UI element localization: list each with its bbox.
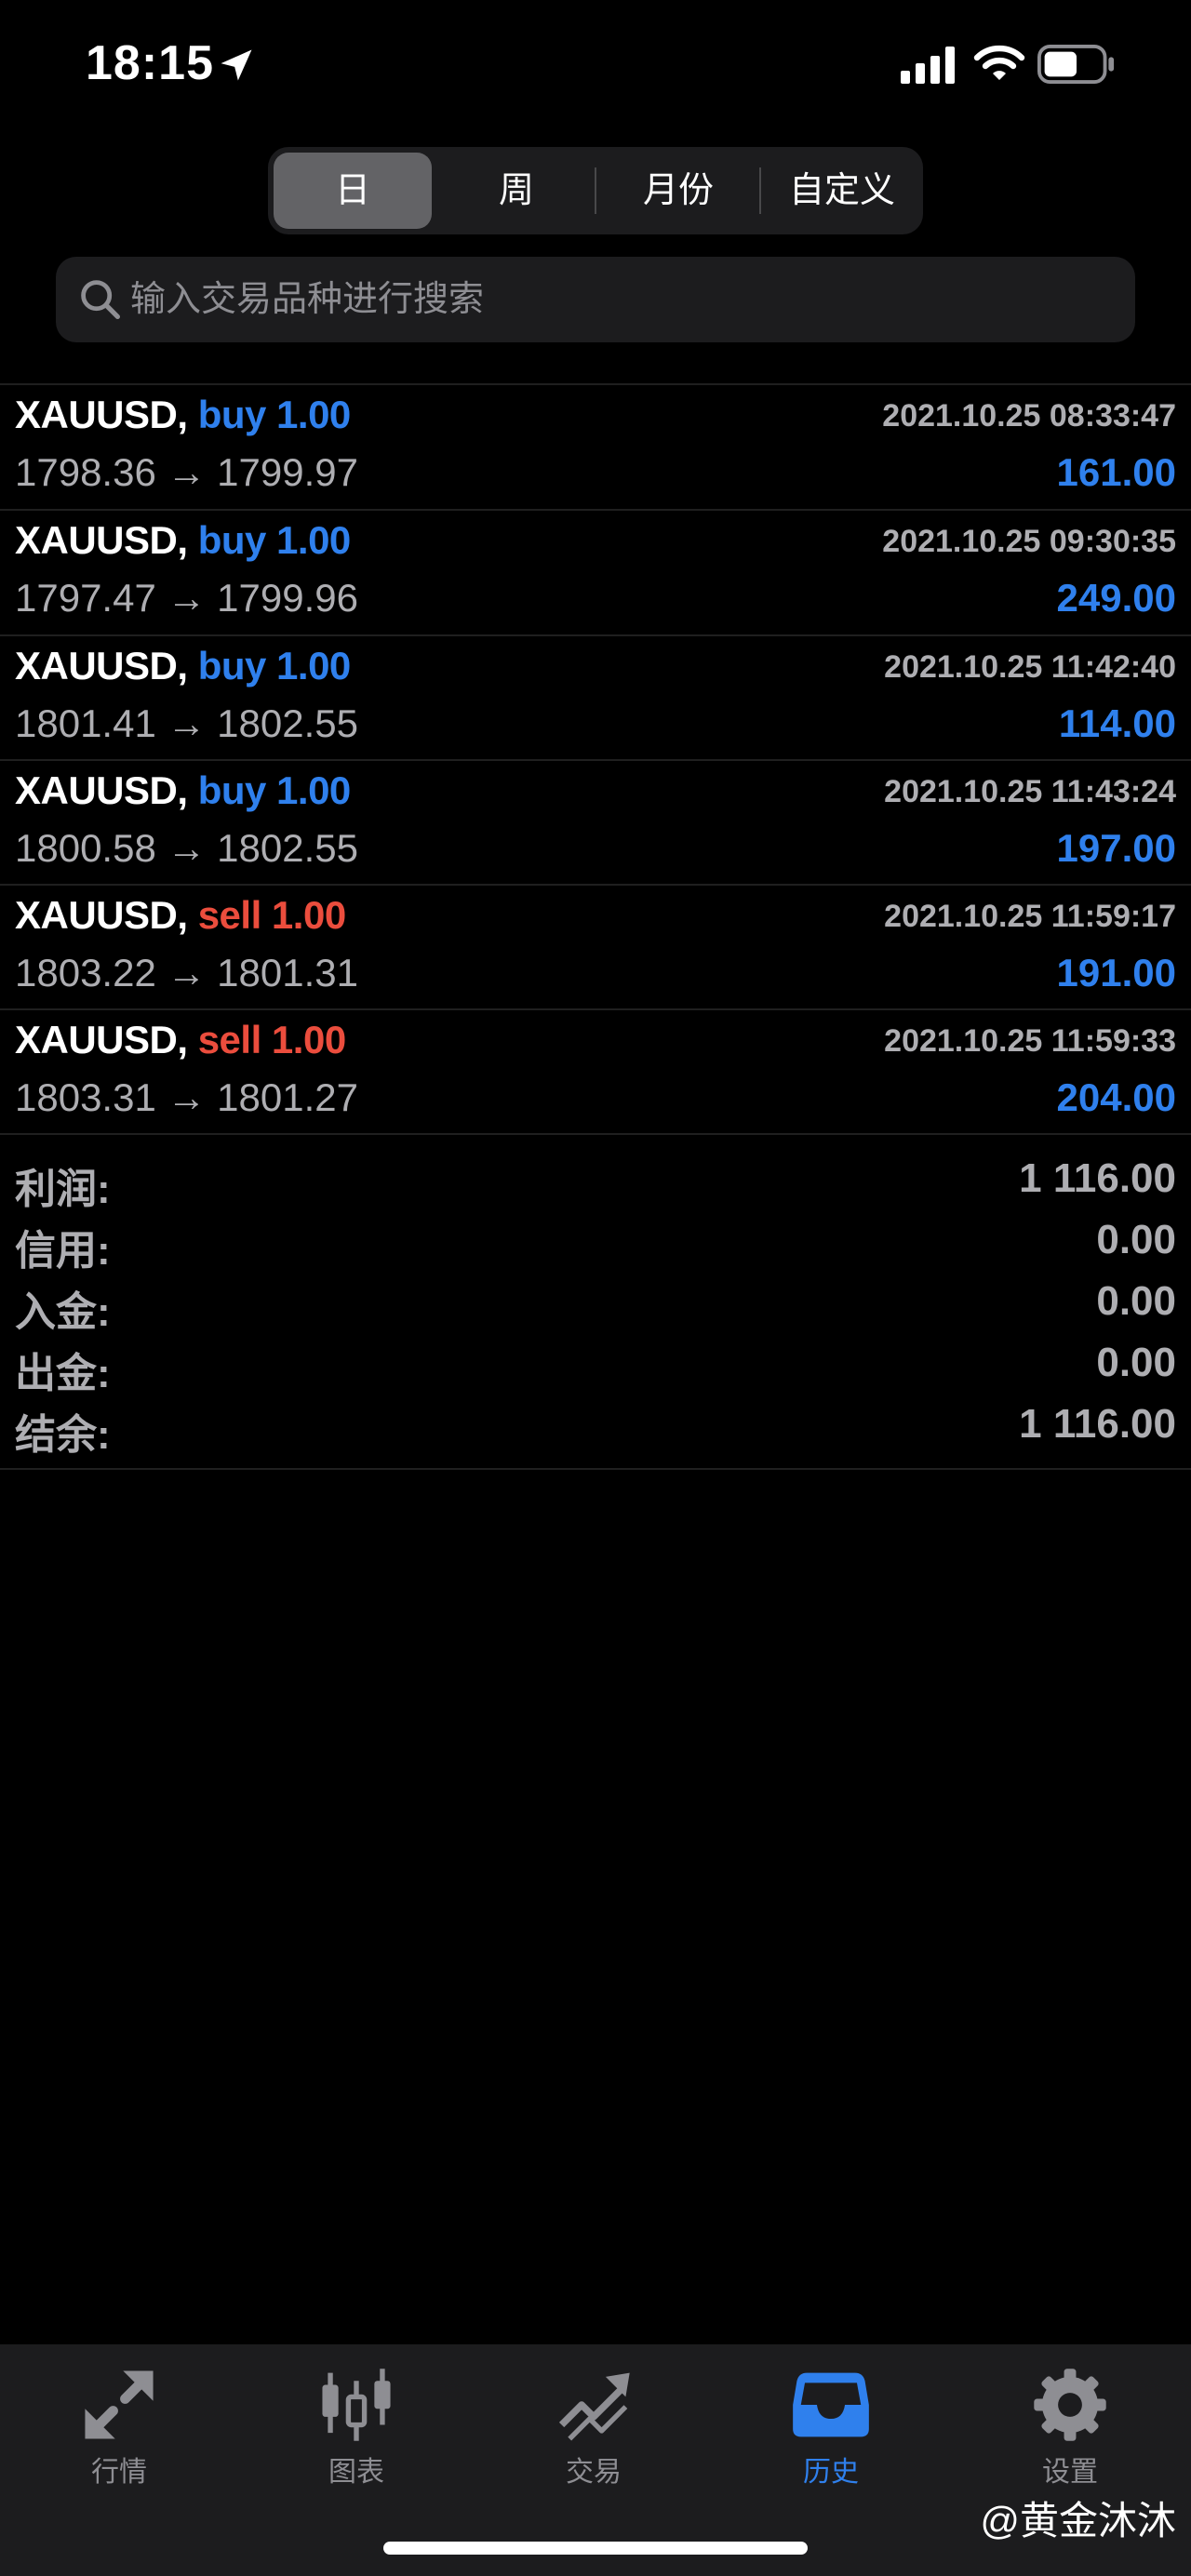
deal-direction: buy 1.00: [197, 644, 352, 687]
deal-direction: buy 1.00: [197, 768, 352, 812]
segment-week[interactable]: 周: [437, 153, 596, 229]
deal-symbol: XAUUSD,: [15, 644, 188, 687]
deal-datetime: 2021.10.25 09:30:35: [882, 524, 1176, 559]
deal-datetime: 2021.10.25 11:42:40: [884, 649, 1176, 685]
tab-quotes[interactable]: 行情: [45, 2365, 194, 2489]
deal-direction: sell 1.00: [197, 893, 346, 937]
segment-custom[interactable]: 自定义: [763, 153, 921, 229]
status-time: 18:15: [86, 36, 214, 90]
tab-label: 图表: [328, 2457, 384, 2488]
deal-row[interactable]: XAUUSD, sell 1.00 2021.10.25 11:59:33 18…: [0, 1010, 1191, 1135]
history-tray-icon: [793, 2372, 869, 2437]
deal-title: XAUUSD, buy 1.00: [15, 393, 351, 437]
deal-profit: 204.00: [1056, 1075, 1176, 1119]
deal-profit: 197.00: [1056, 826, 1176, 870]
summary-profit: 利润: 1 116.00: [15, 1155, 1176, 1217]
deal-direction: buy 1.00: [197, 518, 352, 562]
home-indicator[interactable]: [383, 2542, 808, 2555]
deal-title: XAUUSD, buy 1.00: [15, 518, 351, 563]
deal-datetime: 2021.10.25 11:59:17: [884, 899, 1176, 934]
summary-value: 0.00: [1096, 1340, 1176, 1385]
deal-symbol: XAUUSD,: [15, 393, 188, 436]
deal-title: XAUUSD, buy 1.00: [15, 644, 351, 688]
deal-direction: buy 1.00: [197, 393, 352, 436]
summary-value: 0.00: [1096, 1217, 1176, 1262]
deal-profit: 191.00: [1056, 951, 1176, 994]
deal-prices: 1803.22 → 1801.31: [15, 951, 358, 994]
tab-label: 行情: [91, 2457, 147, 2488]
deal-title: XAUUSD, sell 1.00: [15, 893, 346, 938]
search-placeholder: 输入交易品种进行搜索: [130, 280, 485, 319]
deal-prices: 1803.31 → 1801.27: [15, 1075, 358, 1119]
divider: [0, 1133, 1191, 1135]
battery-icon: [1037, 45, 1115, 84]
tab-charts[interactable]: 图表: [282, 2365, 431, 2489]
deal-row[interactable]: XAUUSD, buy 1.00 2021.10.25 09:30:35 179…: [0, 511, 1191, 635]
summary-label: 结余:: [15, 1412, 111, 1458]
deal-symbol: XAUUSD,: [15, 893, 188, 937]
summary-balance: 结余: 1 116.00: [15, 1401, 1176, 1462]
segment-divider: [759, 167, 761, 214]
deal-profit: 249.00: [1056, 576, 1176, 620]
summary-value: 0.00: [1096, 1278, 1176, 1324]
summary-deposit: 入金: 0.00: [15, 1278, 1176, 1340]
tab-label: 设置: [1042, 2457, 1098, 2488]
deal-prices: 1797.47 → 1799.96: [15, 576, 358, 620]
segment-day[interactable]: 日: [274, 153, 432, 229]
deal-title: XAUUSD, buy 1.00: [15, 768, 351, 813]
deal-row[interactable]: XAUUSD, buy 1.00 2021.10.25 11:43:24 180…: [0, 761, 1191, 886]
summary-value: 1 116.00: [1019, 1401, 1176, 1447]
divider: [0, 1468, 1191, 1470]
segment-divider: [595, 167, 596, 214]
summary-label: 信用:: [15, 1228, 111, 1274]
search-icon: [81, 280, 121, 320]
deal-symbol: XAUUSD,: [15, 518, 188, 562]
quotes-arrows-icon: [85, 2370, 154, 2439]
deal-symbol: XAUUSD,: [15, 1018, 188, 1061]
summary-label: 入金:: [15, 1289, 111, 1335]
summary-value: 1 116.00: [1019, 1155, 1176, 1201]
symbol-search-input[interactable]: 输入交易品种进行搜索: [56, 257, 1135, 342]
gear-icon: [1034, 2369, 1106, 2441]
summary-credit: 信用: 0.00: [15, 1217, 1176, 1278]
deal-row[interactable]: XAUUSD, buy 1.00 2021.10.25 08:33:47 179…: [0, 385, 1191, 510]
tab-label: 交易: [566, 2457, 622, 2488]
deal-symbol: XAUUSD,: [15, 768, 188, 812]
deal-row[interactable]: XAUUSD, sell 1.00 2021.10.25 11:59:17 18…: [0, 886, 1191, 1010]
deal-row[interactable]: XAUUSD, buy 1.00 2021.10.25 11:42:40 180…: [0, 636, 1191, 761]
deal-profit: 161.00: [1056, 450, 1176, 494]
tab-settings[interactable]: 设置: [996, 2365, 1144, 2489]
cellular-signal-icon: [901, 47, 955, 84]
deal-direction: sell 1.00: [197, 1018, 346, 1061]
candlestick-chart-icon: [322, 2369, 391, 2441]
tab-history[interactable]: 历史: [756, 2365, 905, 2489]
deal-datetime: 2021.10.25 11:43:24: [884, 774, 1176, 809]
deal-prices: 1801.41 → 1802.55: [15, 701, 358, 745]
deal-profit: 114.00: [1058, 701, 1176, 745]
deal-datetime: 2021.10.25 11:59:33: [884, 1023, 1176, 1059]
tab-label: 历史: [803, 2457, 859, 2488]
tab-trade[interactable]: 交易: [519, 2365, 668, 2489]
summary-label: 利润:: [15, 1167, 111, 1212]
watermark: @黄金沐沐: [980, 2499, 1176, 2543]
summary-withdrawal: 出金: 0.00: [15, 1340, 1176, 1401]
wifi-icon: [973, 45, 1025, 80]
trade-trend-icon: [558, 2372, 630, 2441]
deal-prices: 1798.36 → 1799.97: [15, 450, 358, 494]
deal-title: XAUUSD, sell 1.00: [15, 1018, 346, 1062]
location-arrow-icon: [221, 49, 252, 81]
deal-prices: 1800.58 → 1802.55: [15, 826, 358, 870]
period-segmented-control: 日 周 月份 自定义: [268, 147, 923, 234]
summary-label: 出金:: [15, 1351, 111, 1396]
segment-month[interactable]: 月份: [599, 153, 757, 229]
deal-datetime: 2021.10.25 08:33:47: [882, 398, 1176, 434]
